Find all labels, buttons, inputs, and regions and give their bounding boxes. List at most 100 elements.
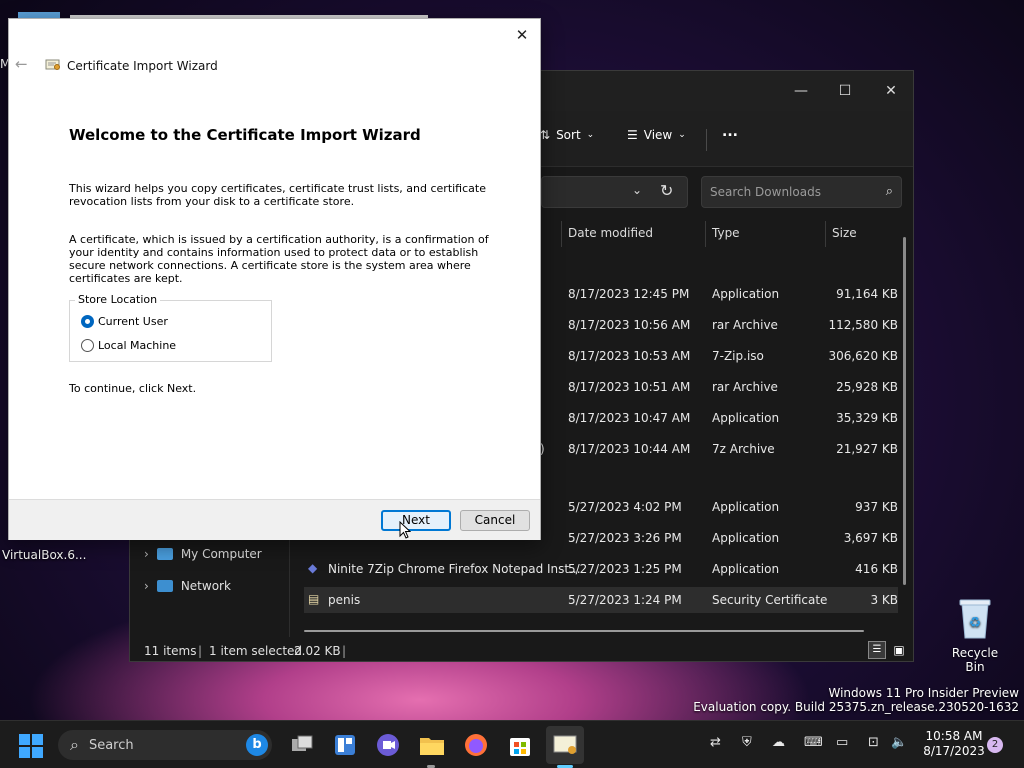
close-icon: ✕ (885, 83, 897, 99)
widgets-icon[interactable] (330, 730, 360, 760)
clock-date: 8/17/2023 (923, 744, 985, 758)
file-type: Application (712, 287, 780, 301)
wizard-close-button[interactable]: ✕ (512, 25, 532, 45)
status-item-count: 11 items (144, 644, 197, 658)
keyboard-icon[interactable]: ⌨ (804, 735, 823, 750)
view-label: View (643, 128, 673, 142)
file-type: rar Archive (712, 380, 778, 394)
file-row[interactable]: ◆ Ninite 7Zip Chrome Firefox Notepad Inst… (304, 556, 898, 582)
teams-chat-icon[interactable] (373, 730, 403, 760)
cancel-button[interactable]: Cancel (460, 510, 530, 531)
file-size: 937 KB (855, 500, 898, 514)
microsoft-store-icon[interactable] (505, 730, 535, 760)
maximize-button[interactable]: ☐ (822, 77, 868, 105)
column-header-type[interactable]: Type (712, 226, 740, 240)
column-header-size[interactable]: Size (832, 226, 857, 240)
start-button[interactable] (18, 733, 44, 759)
system-clock[interactable]: 10:58 AM 8/17/2023 (922, 729, 986, 759)
file-size: 35,329 KB (836, 411, 898, 425)
firefox-icon[interactable] (461, 730, 491, 760)
recycle-bin-icon: ♻ (956, 596, 994, 640)
file-type: Application (712, 531, 780, 545)
status-selected-size: 2.02 KB (294, 644, 341, 658)
search-input[interactable]: Search Downloads ⌕ (701, 176, 902, 208)
status-bar: 11 items | 1 item selected 2.02 KB | ☰ ▣ (130, 639, 913, 663)
radio-current-user[interactable]: Current User (81, 315, 168, 328)
windows-watermark: Windows 11 Pro Insider Preview Evaluatio… (693, 686, 1019, 714)
network-tray-icon[interactable]: ⊡ (868, 735, 879, 750)
file-size: 306,620 KB (828, 349, 898, 363)
search-placeholder: Search Downloads (710, 185, 821, 199)
file-size: 25,928 KB (836, 380, 898, 394)
minimize-button[interactable]: — (778, 77, 824, 105)
column-divider[interactable] (705, 221, 706, 247)
status-selected: 1 item selected (209, 644, 303, 658)
file-type: rar Archive (712, 318, 778, 332)
next-button[interactable]: Next (381, 510, 451, 531)
file-date: 5/27/2023 3:26 PM (568, 531, 682, 545)
column-header-date[interactable]: Date modified (568, 226, 653, 240)
tray-sync-icon[interactable]: ⇄ (710, 735, 721, 750)
view-button[interactable]: ☰ View ⌄ (627, 128, 686, 142)
more-options-button[interactable]: ... (722, 124, 738, 140)
svg-text:♻: ♻ (969, 615, 982, 631)
nav-label-my-computer: My Computer (180, 547, 262, 561)
virtualbox-desktop-label[interactable]: VirtualBox.6... (2, 548, 86, 562)
file-date: 8/17/2023 10:53 AM (568, 349, 691, 363)
horizontal-scrollbar[interactable] (304, 630, 864, 632)
taskbar-search-box[interactable]: ⌕ Search b (58, 730, 272, 760)
status-divider: | (342, 644, 347, 658)
file-type: 7-Zip.iso (712, 349, 764, 363)
nav-item-network[interactable]: › Network (144, 579, 231, 593)
file-date: 5/27/2023 4:02 PM (568, 500, 682, 514)
bing-icon[interactable]: b (246, 734, 268, 756)
recycle-bin-label: Recycle Bin (951, 646, 999, 674)
sort-button[interactable]: ⇅ Sort ⌄ (540, 128, 594, 142)
radio-local-machine[interactable]: Local Machine (81, 339, 176, 352)
search-icon: ⌕ (70, 735, 79, 754)
certificate-wizard-taskbar-icon[interactable] (546, 726, 584, 764)
file-date: 8/17/2023 10:56 AM (568, 318, 691, 332)
mouse-cursor-icon (399, 520, 412, 542)
store-location-group (69, 300, 272, 362)
file-name: Ninite 7Zip Chrome Firefox Notepad Inst.… (328, 562, 581, 576)
refresh-icon[interactable]: ↻ (660, 181, 673, 200)
wizard-footer: Next Cancel (9, 499, 540, 540)
back-arrow-icon[interactable]: ← (15, 55, 28, 73)
display-icon[interactable]: ▭ (836, 735, 848, 750)
command-separator (706, 129, 707, 151)
watermark-line-2: Evaluation copy. Build 25375.zn_release.… (693, 700, 1019, 714)
file-size: 21,927 KB (836, 442, 898, 456)
chevron-down-icon[interactable]: ⌄ (632, 183, 642, 197)
nav-item-my-computer[interactable]: › My Computer (144, 547, 262, 561)
file-type: Application (712, 411, 780, 425)
view-icon: ☰ (627, 128, 638, 142)
file-date: 5/27/2023 1:24 PM (568, 593, 682, 607)
file-type: Security Certificate (712, 593, 828, 607)
file-date: 8/17/2023 10:47 AM (568, 411, 691, 425)
radio-unselected-icon[interactable] (81, 339, 94, 352)
onedrive-cloud-icon[interactable]: ☁ (772, 735, 785, 750)
security-shield-icon[interactable]: ⛨ (742, 735, 752, 750)
file-explorer-taskbar-icon[interactable] (417, 730, 447, 760)
network-icon (156, 580, 173, 592)
file-type: Application (712, 500, 780, 514)
notification-badge[interactable]: 2 (987, 737, 1003, 753)
column-divider[interactable] (561, 221, 562, 247)
tiles-view-icon[interactable]: ▣ (890, 641, 908, 659)
recycle-bin-shortcut[interactable]: ♻ Recycle Bin (942, 596, 1008, 674)
taskbar: ⌕ Search b ⇄ ⛨ ☁ ⌨ ▭ ⊡ 🔈 10:58 AM 8/17/2… (0, 720, 1024, 768)
volume-icon[interactable]: 🔈 (891, 735, 907, 750)
details-view-icon[interactable]: ☰ (868, 641, 886, 659)
task-view-icon[interactable] (287, 730, 317, 760)
close-button[interactable]: ✕ (868, 77, 914, 105)
vertical-scrollbar[interactable] (903, 237, 906, 585)
watermark-line-1: Windows 11 Pro Insider Preview (828, 686, 1019, 700)
certificate-icon (45, 57, 61, 74)
file-row[interactable]: ▤ penis 5/27/2023 1:24 PM Security Certific… (304, 587, 898, 613)
column-divider[interactable] (825, 221, 826, 247)
store-location-label: Store Location (75, 293, 161, 306)
radio-selected-icon[interactable] (81, 315, 94, 328)
computer-icon (156, 548, 173, 560)
file-name: penis (328, 593, 361, 607)
